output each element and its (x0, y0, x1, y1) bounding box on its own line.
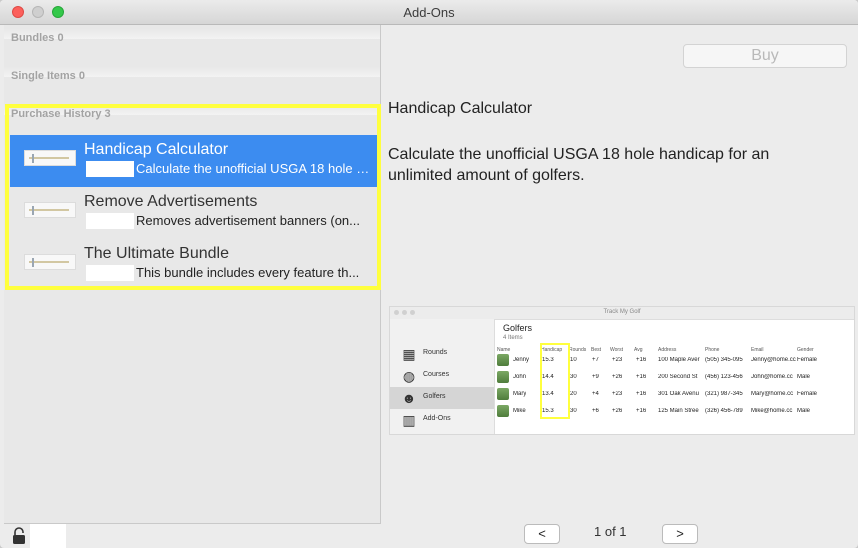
preview-table-cell: John@home.cc (751, 374, 793, 380)
preview-table-cell: +16 (636, 408, 647, 414)
section-header-bundles: Bundles 0 (11, 32, 64, 44)
preview-sidebar: ▦ Rounds ◍ Courses ☻ Golfers ▥ Add-Ons (390, 319, 495, 434)
preview-table-cell: 100 Maple Aver (658, 357, 700, 363)
preview-table-cell: (321) 987-345 (705, 391, 743, 397)
preview-table-cell: +16 (636, 391, 647, 397)
preview-table-cell: John (513, 374, 527, 380)
preview-table-cell: +6 (592, 408, 599, 414)
preview-app-title: Track My Golf (603, 309, 641, 315)
preview-table-cell: Male (797, 374, 811, 380)
store-icon: ▥ (402, 412, 416, 428)
avatar (497, 371, 509, 383)
section-header-single-items: Single Items 0 (11, 70, 85, 82)
preview-table-cell: Female (797, 357, 818, 363)
window-title: Add-Ons (403, 5, 455, 20)
preview-table-cell: Male (797, 408, 811, 414)
preview-table-cell: 20 (570, 391, 577, 397)
purchase-history-highlight (5, 104, 381, 290)
buy-button[interactable]: Buy (683, 44, 847, 68)
preview-table-cell: +16 (636, 357, 647, 363)
preview-table-cell: +4 (592, 391, 599, 397)
preview-nav-courses: ◍ Courses (390, 365, 494, 387)
handicap-column-highlight (540, 343, 570, 419)
preview-table-cell: Mary@home.cc (751, 391, 794, 397)
preview-table-cell: Mike (513, 408, 526, 414)
preview-table-cell: Female (797, 391, 818, 397)
preview-table-cell: +26 (612, 374, 623, 380)
preview-heading: Golfers (503, 323, 533, 333)
avatar (497, 405, 509, 417)
preview-table-cell: 301 Oak Avenu (658, 391, 699, 397)
preview-count: 4 Items (503, 335, 523, 341)
preview-table-cell: (456) 123-456 (705, 374, 743, 380)
preview-nav-add-ons: ▥ Add-Ons (390, 409, 494, 431)
preview-table-cell: 200 Second St (658, 374, 698, 380)
preview-table-cell: +23 (612, 357, 623, 363)
preview-table-cell: 125 Main Stree (658, 408, 699, 414)
preview-table-cell: +7 (592, 357, 599, 363)
preview-table-cell: +9 (592, 374, 599, 380)
preview-nav-golfers: ☻ Golfers (390, 387, 494, 409)
preview-table-cell: 30 (570, 408, 577, 414)
detail-description: Calculate the unofficial USGA 18 hole ha… (388, 146, 770, 184)
preview-table-cell: Mary (513, 391, 527, 397)
page-indicator: 1 of 1 (594, 524, 627, 539)
preview-table-cell: +16 (636, 374, 647, 380)
preview-table-cell: Mike@home.cc (751, 408, 793, 414)
next-page-button[interactable]: > (662, 524, 698, 544)
preview-table-cell: Jenny (513, 357, 530, 363)
screenshot-preview: Track My Golf ▦ Rounds ◍ Courses ☻ Golfe… (389, 306, 855, 435)
detail-title: Handicap Calculator (388, 100, 533, 117)
add-ons-window: Add-Ons Bundles 0 Single Items 0 Purchas… (0, 0, 858, 548)
preview-table-cell: +26 (612, 408, 623, 414)
golf-ball-icon: ◍ (402, 368, 416, 384)
preview-table-cell: (505) 345-095 (705, 357, 743, 363)
calendar-icon: ▦ (402, 346, 416, 362)
title-bar: Add-Ons (0, 0, 858, 25)
avatar (497, 354, 509, 366)
people-icon: ☻ (401, 390, 417, 406)
lock-icon[interactable] (12, 527, 26, 545)
preview-nav-rounds: ▦ Rounds (390, 343, 494, 365)
preview-table-cell: 10 (570, 357, 577, 363)
preview-table-cell: 30 (570, 374, 577, 380)
previous-page-button[interactable]: < (524, 524, 560, 544)
preview-table-cell: +23 (612, 391, 623, 397)
preview-table-cell: (326) 456-789 (705, 408, 743, 414)
preview-table-cell: Jenny@home.cc (751, 357, 796, 363)
avatar (497, 388, 509, 400)
